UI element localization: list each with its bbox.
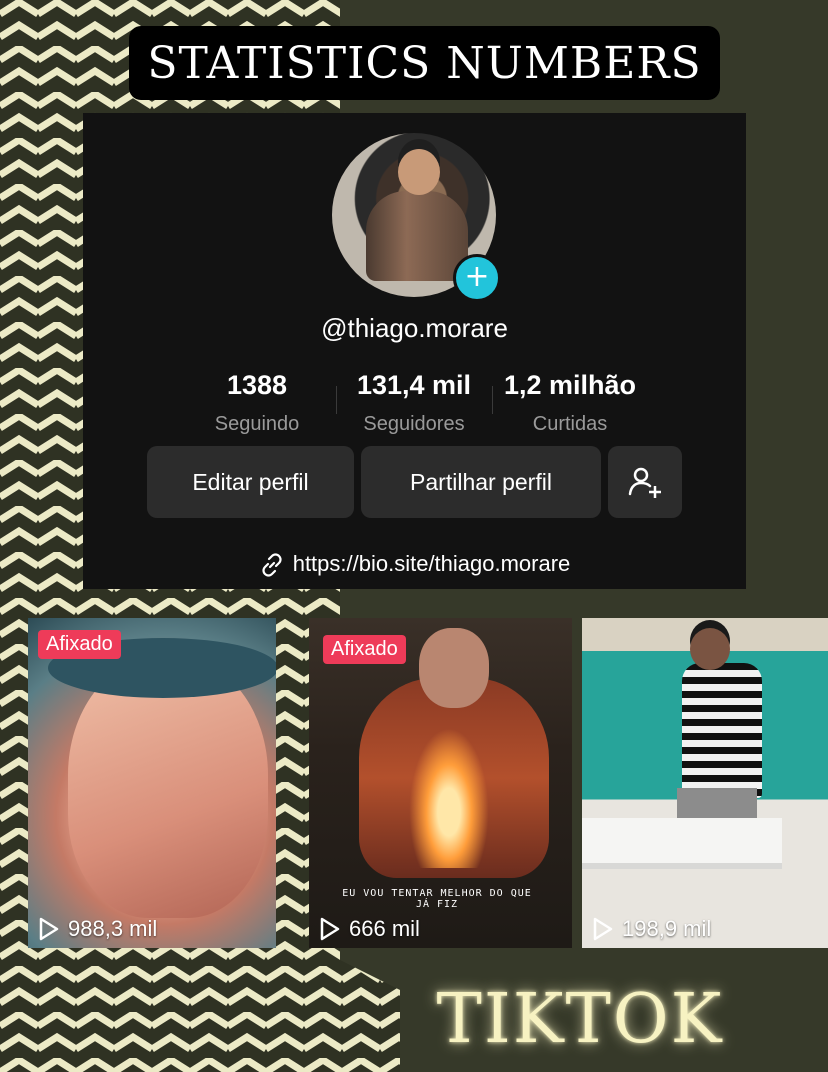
play-icon (39, 917, 59, 941)
share-profile-button[interactable]: Partilhar perfil (361, 446, 601, 518)
video-thumbnail[interactable]: Afixado EU VOU TENTAR MELHOR DO QUE JÁ F… (309, 618, 572, 948)
page-title: STATISTICS NUMBERS (147, 37, 702, 89)
stat-followers-value: 131,4 mil (356, 370, 472, 400)
profile-card: + @thiago.morare 1388 Seguindo 131,4 mil… (83, 113, 746, 589)
play-icon (593, 917, 613, 941)
video-views: 988,3 mil (38, 916, 157, 942)
add-avatar-plus-icon[interactable]: + (453, 254, 501, 302)
stat-following-value: 1388 (226, 370, 288, 400)
profile-stats: 1388 Seguindo 131,4 mil Seguidores 1,2 m… (83, 370, 746, 440)
add-friend-button[interactable] (608, 446, 682, 518)
stat-divider (336, 386, 337, 414)
video-views-count: 988,3 mil (68, 916, 158, 941)
stat-followers[interactable]: 131,4 mil Seguidores (339, 370, 489, 436)
pinned-badge: Afixado (38, 630, 121, 659)
stat-divider (492, 386, 493, 414)
stat-likes-value: 1,2 milhão (503, 370, 637, 400)
stat-likes-label: Curtidas (532, 413, 608, 435)
add-user-icon (628, 467, 661, 498)
stat-following[interactable]: 1388 Seguindo (182, 370, 332, 436)
video-views-count: 198,9 mil (622, 916, 712, 941)
video-thumbnail[interactable]: Afixado 988,3 mil (28, 618, 276, 948)
edit-profile-button[interactable]: Editar perfil (147, 446, 354, 518)
video-views-count: 666 mil (349, 916, 420, 941)
play-icon (320, 917, 340, 941)
title-banner: STATISTICS NUMBERS (129, 26, 720, 100)
bio-link-text: https://bio.site/thiago.morare (292, 551, 571, 576)
video-views: 198,9 mil (592, 916, 711, 942)
footer-title: TIKTOK (436, 980, 724, 1059)
stat-likes[interactable]: 1,2 milhão Curtidas (495, 370, 645, 436)
pinned-badge: Afixado (323, 635, 406, 664)
bio-link[interactable]: https://bio.site/thiago.morare (83, 551, 746, 578)
stat-followers-label: Seguidores (363, 413, 465, 435)
link-icon (262, 553, 282, 577)
stat-following-label: Seguindo (214, 413, 300, 435)
video-thumbnail[interactable]: 198,9 mil (582, 618, 828, 948)
video-views: 666 mil (319, 916, 420, 942)
video-caption: EU VOU TENTAR MELHOR DO QUE JÁ FIZ (342, 888, 532, 910)
username: @thiago.morare (321, 313, 508, 343)
